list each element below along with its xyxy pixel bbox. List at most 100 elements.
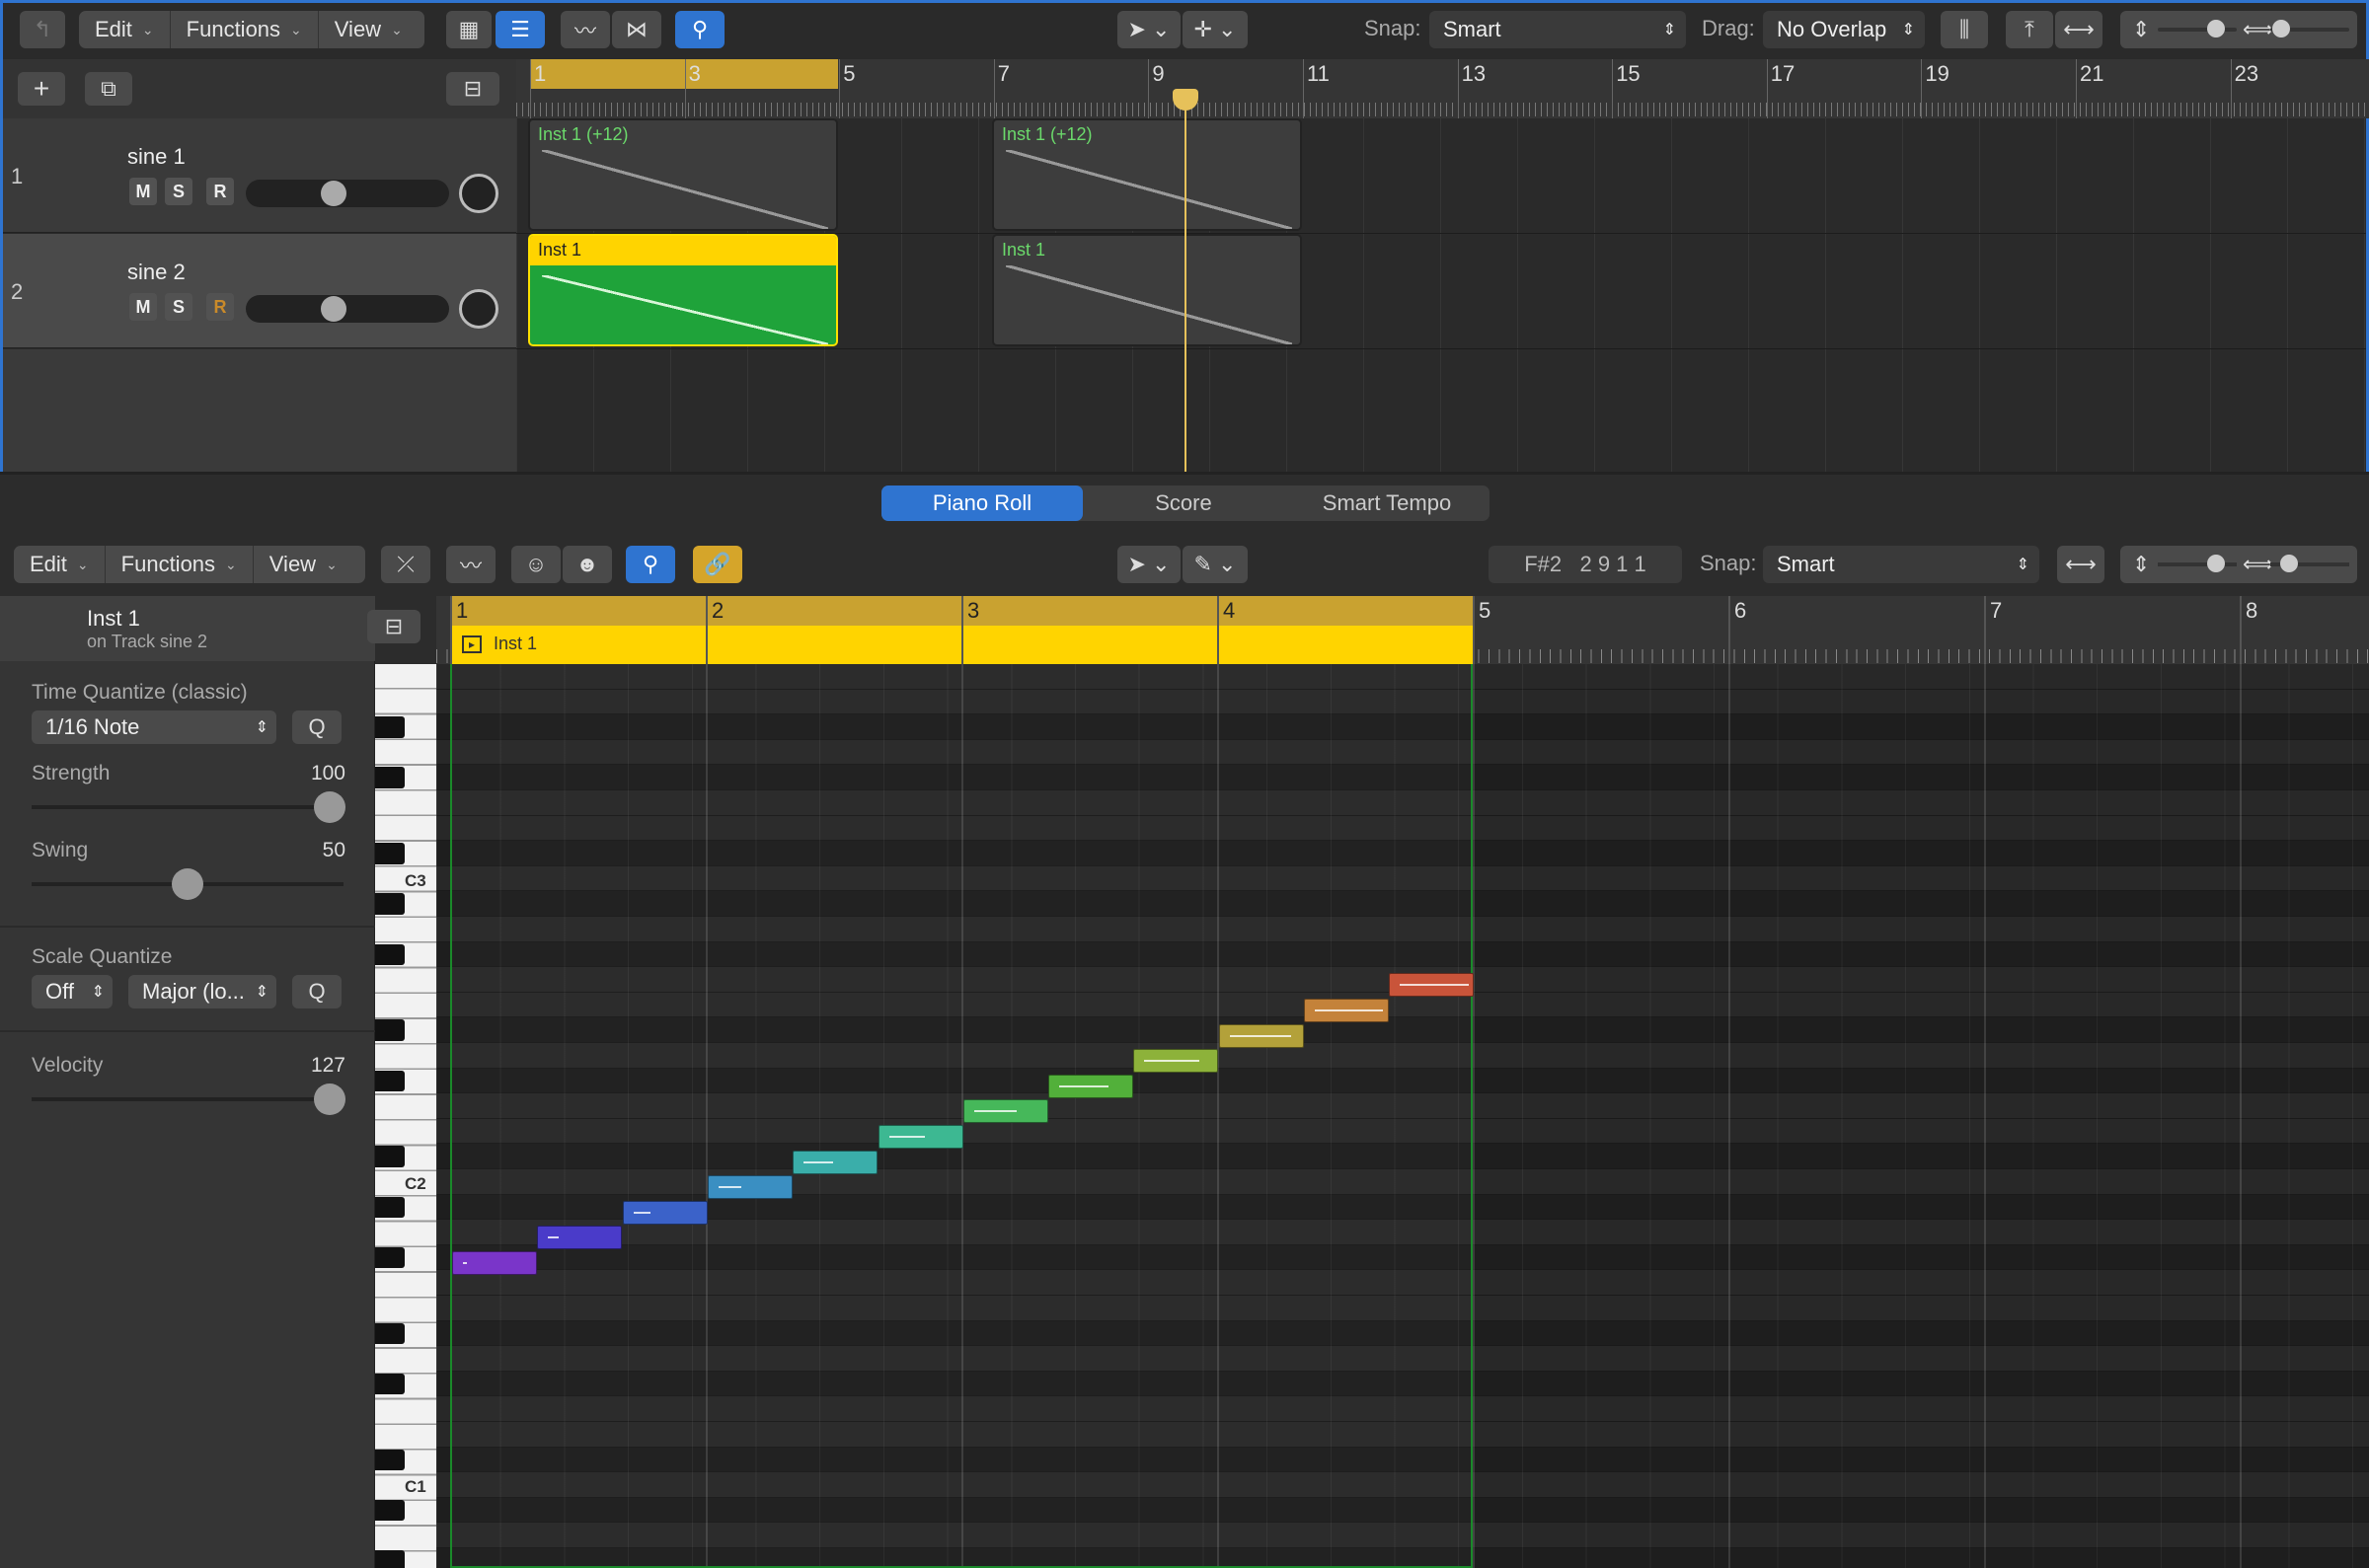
pr-horizontal-fit-button[interactable]: ⟷: [2057, 546, 2104, 583]
velocity-slider[interactable]: [32, 1083, 345, 1115]
tab-score[interactable]: Score: [1083, 485, 1284, 521]
time-quantize-q-button[interactable]: Q: [292, 710, 342, 744]
midi-note[interactable]: [1048, 1074, 1134, 1098]
scale-off-select[interactable]: Off ⇕: [32, 975, 113, 1008]
link-button[interactable]: 🔗: [693, 546, 742, 583]
strength-slider[interactable]: [32, 791, 345, 823]
pr-vertical-zoom-slider[interactable]: [2158, 555, 2237, 572]
automation-curve-button[interactable]: 〰: [561, 11, 610, 48]
note-grid[interactable]: [436, 664, 2369, 1568]
region-inst1-plus12-a[interactable]: Inst 1 (+12): [528, 118, 838, 231]
midi-note[interactable]: [707, 1175, 793, 1200]
black-key[interactable]: [375, 1146, 405, 1167]
pencil-tool-button[interactable]: ✎ ⌄: [1183, 546, 1248, 583]
pr-catch-button[interactable]: ⚲: [626, 546, 675, 583]
track-header-2[interactable]: 2 sine 2 M S R: [3, 234, 516, 348]
region-inst1-selected[interactable]: Inst 1: [528, 234, 838, 346]
pr-horizontal-zoom-slider[interactable]: [2270, 555, 2349, 572]
midi-note[interactable]: [1133, 1049, 1219, 1074]
crosshair-tool-button[interactable]: ✛ ⌄: [1183, 11, 1248, 48]
tracks-lanes[interactable]: Inst 1 (+12) Inst 1 (+12) Inst 1 Inst 1: [516, 118, 2366, 472]
inspector-collapse-button[interactable]: ⊟: [367, 610, 420, 643]
black-key[interactable]: [375, 1449, 405, 1471]
horizontal-zoom-slider[interactable]: [2270, 20, 2349, 37]
black-key[interactable]: [375, 1019, 405, 1041]
pan-knob[interactable]: [459, 289, 498, 329]
midi-note[interactable]: [1218, 1023, 1304, 1048]
black-key[interactable]: [375, 1499, 405, 1522]
horizontal-fit-button[interactable]: ⟷: [2055, 11, 2102, 48]
solo-button[interactable]: S: [165, 178, 192, 205]
midi-note[interactable]: [537, 1226, 623, 1250]
pr-pointer-tool-button[interactable]: ➤ ⌄: [1117, 546, 1181, 583]
mute-button[interactable]: M: [129, 293, 157, 321]
midi-note[interactable]: [622, 1200, 708, 1225]
list-view-button[interactable]: ☰: [496, 11, 545, 48]
track-header-1[interactable]: 1 sine 1 M S R: [3, 118, 516, 233]
edit-menu[interactable]: Edit ⌄: [79, 11, 171, 48]
track-name[interactable]: sine 1: [127, 144, 186, 170]
view-menu[interactable]: View ⌄: [319, 11, 419, 48]
black-key[interactable]: [375, 1322, 405, 1345]
add-track-button[interactable]: +: [18, 72, 65, 106]
black-key[interactable]: [375, 716, 405, 738]
mute-button[interactable]: M: [129, 178, 157, 205]
midi-note[interactable]: [793, 1150, 879, 1174]
region-inst1-b[interactable]: Inst 1: [992, 234, 1302, 346]
track-name[interactable]: sine 2: [127, 260, 186, 285]
black-key[interactable]: [375, 1246, 405, 1269]
black-key[interactable]: [375, 1550, 405, 1568]
collapse-button[interactable]: ⊟: [446, 72, 499, 106]
black-key[interactable]: [375, 843, 405, 864]
vertical-fit-button[interactable]: ⤒: [2006, 11, 2053, 48]
duplicate-track-button[interactable]: ⧉: [85, 72, 132, 106]
swing-slider[interactable]: [32, 868, 344, 900]
flex-button[interactable]: ⋈: [612, 11, 661, 48]
midi-in-button[interactable]: ☺: [511, 546, 561, 583]
black-key[interactable]: [375, 893, 405, 915]
functions-menu[interactable]: Functions ⌄: [171, 11, 319, 48]
midi-note[interactable]: [1304, 999, 1389, 1022]
pr-snap-select[interactable]: Smart ⇕: [1763, 546, 2039, 583]
midi-out-button[interactable]: ☻: [563, 546, 612, 583]
black-key[interactable]: [375, 1070, 405, 1092]
midi-note[interactable]: [452, 1251, 537, 1275]
scale-mode-select[interactable]: Major (lo... ⇕: [128, 975, 276, 1008]
waveform-zoom-button[interactable]: ⫼: [1941, 11, 1988, 48]
pr-functions-menu[interactable]: Functions ⌄: [106, 546, 254, 583]
midi-note[interactable]: [962, 1099, 1048, 1124]
scale-quantize-q-button[interactable]: Q: [292, 975, 342, 1008]
black-key[interactable]: [375, 1196, 405, 1219]
pan-knob[interactable]: [459, 174, 498, 213]
drag-select[interactable]: No Overlap ⇕: [1763, 11, 1925, 48]
catch-playhead-button[interactable]: ⚲: [675, 11, 725, 48]
tracks-ruler[interactable]: 1 3 5 7 9 11 13 15 17 19 21 23: [516, 59, 2369, 118]
black-key[interactable]: [375, 943, 405, 966]
pr-ruler[interactable]: ▸ Inst 1 1 2 3 4 5 6 7 8: [436, 596, 2369, 664]
vertical-zoom-slider[interactable]: [2158, 20, 2237, 37]
record-button[interactable]: R: [206, 293, 234, 321]
tab-smart-tempo[interactable]: Smart Tempo: [1284, 485, 1490, 521]
black-key[interactable]: [375, 1373, 405, 1395]
solo-button[interactable]: S: [165, 293, 192, 321]
pr-ruler-bar-line: [961, 596, 963, 664]
back-button[interactable]: ↰: [20, 11, 65, 48]
volume-slider[interactable]: [246, 180, 449, 207]
pr-automation-button[interactable]: 〰: [446, 546, 496, 583]
midi-note[interactable]: [878, 1125, 963, 1149]
collapse-notes-button[interactable]: ⤫: [381, 546, 430, 583]
pr-edit-menu[interactable]: Edit ⌄: [14, 546, 106, 583]
volume-slider[interactable]: [246, 295, 449, 323]
region-inst1-plus12-b[interactable]: Inst 1 (+12): [992, 118, 1302, 231]
midi-note[interactable]: [1389, 973, 1475, 998]
piano-keyboard[interactable]: C3 C2 C1: [375, 664, 436, 1568]
time-quantize-select[interactable]: 1/16 Note ⇕: [32, 710, 276, 744]
black-key[interactable]: [375, 767, 405, 788]
snap-select[interactable]: Smart ⇕: [1429, 11, 1686, 48]
grid-view-button[interactable]: ▦: [446, 11, 492, 48]
pointer-tool-button[interactable]: ➤ ⌄: [1117, 11, 1181, 48]
tab-piano-roll[interactable]: Piano Roll: [881, 485, 1083, 521]
pr-view-menu[interactable]: View ⌄: [254, 546, 353, 583]
record-button[interactable]: R: [206, 178, 234, 205]
playhead[interactable]: [1184, 89, 1186, 472]
